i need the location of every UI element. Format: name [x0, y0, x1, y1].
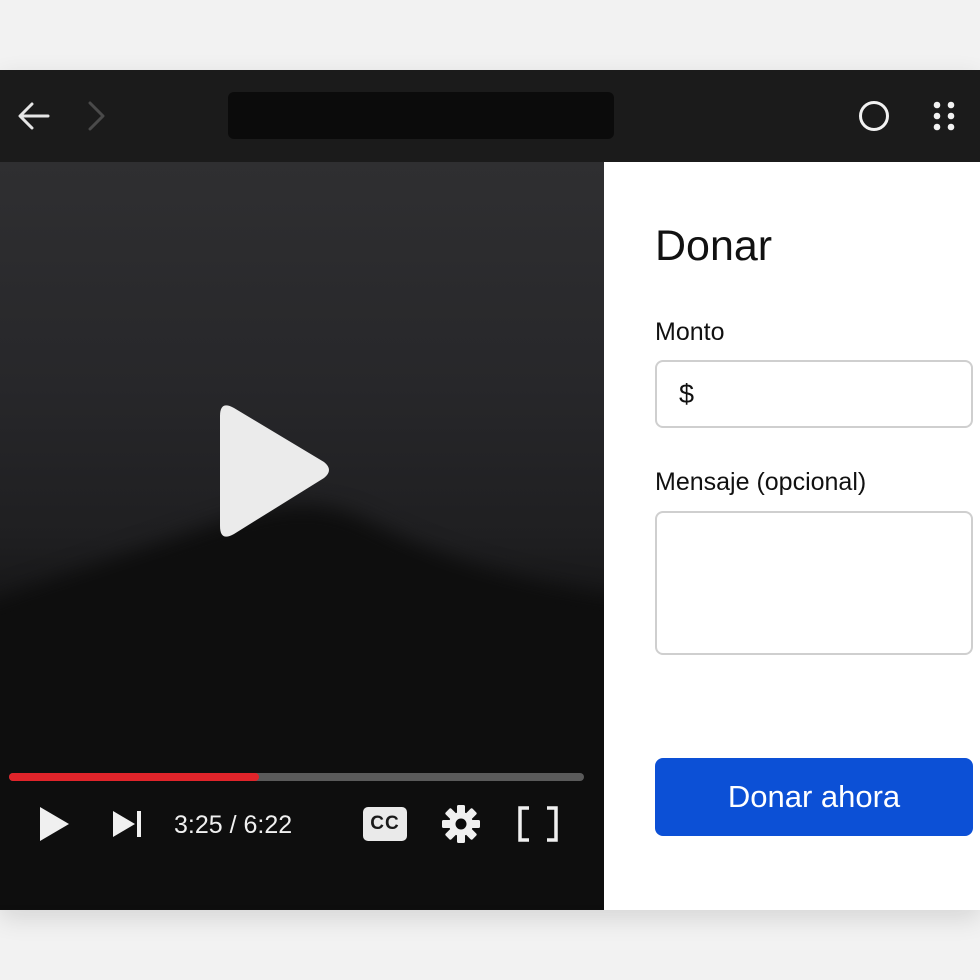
play-icon [40, 807, 69, 841]
time-display: 3:25 / 6:22 [174, 810, 292, 840]
message-textarea[interactable] [655, 511, 973, 655]
circle-icon [859, 101, 889, 131]
skip-next-icon [113, 811, 141, 837]
back-button[interactable] [14, 96, 54, 136]
amount-field[interactable]: $ [655, 360, 980, 428]
settings-button[interactable] [436, 800, 486, 848]
gear-icon [442, 805, 480, 843]
address-bar[interactable] [228, 92, 614, 139]
play-button[interactable] [30, 800, 78, 848]
amount-input[interactable] [694, 362, 980, 426]
next-button[interactable] [104, 800, 152, 848]
amount-label: Monto [655, 318, 725, 346]
message-label: Mensaje (opcional) [655, 468, 867, 496]
arrow-right-icon [88, 101, 105, 131]
arrow-left-icon [18, 102, 50, 130]
forward-button[interactable] [76, 96, 116, 136]
progress-bar[interactable] [9, 773, 584, 781]
cc-icon: CC [363, 807, 407, 841]
video-player[interactable]: 3:25 / 6:22 CC [0, 162, 604, 910]
fullscreen-button[interactable] [512, 800, 564, 848]
donate-now-button[interactable]: Donar ahora [655, 758, 973, 836]
browser-toolbar [0, 70, 980, 162]
donation-panel: Donar Monto $ Mensaje (opcional) Donar a… [604, 162, 980, 910]
apps-menu-button[interactable] [924, 96, 964, 136]
progress-played [9, 773, 260, 781]
grid-dots-icon [933, 101, 955, 131]
big-play-button[interactable] [206, 398, 336, 548]
play-icon [220, 405, 329, 537]
donation-title: Donar [655, 222, 773, 270]
captions-button[interactable]: CC [360, 800, 410, 848]
fullscreen-icon [518, 806, 558, 842]
current-time: 3:25 [174, 811, 223, 839]
profile-button[interactable] [854, 96, 894, 136]
browser-window: 3:25 / 6:22 CC Donar Monto $ Mensaje (op… [0, 70, 980, 910]
currency-symbol: $ [679, 378, 695, 409]
time-separator: / [229, 811, 237, 839]
duration: 6:22 [243, 811, 293, 839]
